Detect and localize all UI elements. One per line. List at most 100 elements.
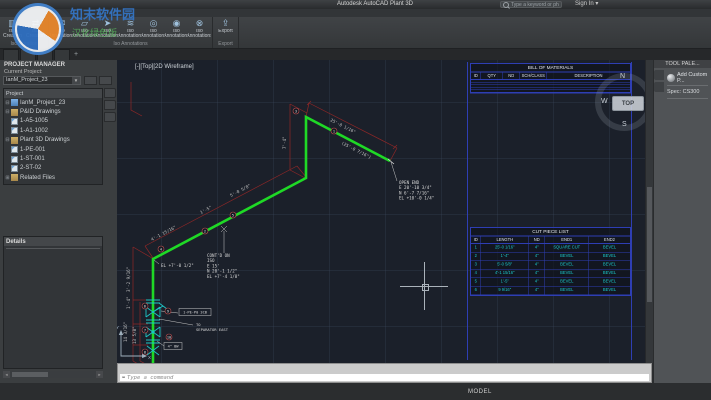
bom-col-nd: ND: [503, 73, 520, 80]
tree-item[interactable]: ⊞ Related Files: [4, 173, 102, 182]
svg-text:1'-4": 1'-4": [126, 296, 131, 309]
search-placeholder: Type a keyword or phrase: [511, 2, 559, 8]
part-icon: [667, 74, 675, 82]
svg-text:2: 2: [204, 229, 206, 233]
viewcube-north[interactable]: N: [620, 73, 625, 80]
project-manager-title: PROJECT MANAGER: [4, 62, 65, 68]
model-space-button[interactable]: MODEL: [468, 389, 492, 395]
svg-text:7: 7: [144, 328, 146, 332]
svg-text:8: 8: [144, 350, 146, 354]
bom-title: BILL OF MATERIALS: [471, 64, 630, 73]
tree-expander-icon[interactable]: ⊟: [4, 109, 11, 115]
svg-text:9: 9: [167, 309, 169, 313]
viewport-controls[interactable]: [-][Top][2D Wireframe]: [135, 64, 194, 70]
svg-text:X: X: [148, 355, 151, 360]
bom-col-qty: QTY: [481, 73, 503, 80]
project-toolbar: [84, 76, 112, 85]
details-horizontal-scrollbar[interactable]: ◂ ▸: [3, 371, 103, 378]
cut-list-row[interactable]: 5 1'-5" 4" BEVEL BEVEL: [471, 278, 630, 287]
svg-text:1'-5": 1'-5": [199, 205, 212, 215]
cut-cell-id: 6: [471, 287, 481, 296]
tree-item-icon: [11, 109, 18, 116]
command-line-panel[interactable]: ⌨ Type a command: [117, 363, 652, 383]
tree-item[interactable]: ⊟ Plant 3D Drawings: [4, 136, 102, 145]
current-project-dropdown[interactable]: IanM_Project_23 ▼: [3, 76, 81, 85]
cut-list-row[interactable]: 6 9 9/16" 4" BEVEL BEVEL: [471, 287, 630, 296]
ribbon-button[interactable]: ⇪ Export: [214, 18, 237, 41]
tree-item[interactable]: 1-PE-001: [4, 145, 102, 154]
project-toolbar-button[interactable]: [99, 76, 112, 85]
cut-cell-id: 3: [471, 261, 481, 270]
watermark-logo: [12, 3, 64, 55]
tree-expander-icon[interactable]: ⊟: [4, 137, 11, 143]
drawing-viewport[interactable]: [-][Top][2D Wireframe]: [117, 60, 653, 363]
svg-text:Y: Y: [117, 325, 119, 330]
cut-cell-end1: BEVEL: [545, 278, 589, 287]
details-panel: Details: [3, 236, 103, 369]
cut-list-row[interactable]: 2 1'-4" 4" BEVEL BEVEL: [471, 253, 630, 262]
svg-text:10: 10: [167, 335, 171, 339]
project-toolbar-button[interactable]: [84, 76, 97, 85]
details-separator: [6, 248, 100, 249]
cut-list-row[interactable]: 1 25'-0 1/16" 4" SQUARE CUT BEVEL: [471, 244, 630, 253]
tree-expander-icon[interactable]: ⊟: [4, 100, 11, 106]
tree-item[interactable]: ⊟ P&ID Drawings: [4, 107, 102, 116]
cut-cell-nd: 4": [529, 278, 545, 287]
drawing-tab[interactable]: [3, 49, 19, 60]
tree-item[interactable]: 1-A5-1005: [4, 117, 102, 126]
cut-col-nd: ND: [529, 237, 545, 244]
cut-list-row[interactable]: 4 4'-1 15/16" 4" BEVEL BEVEL: [471, 270, 630, 279]
drawing-tab[interactable]: [54, 49, 70, 60]
tree-item-label: 1-A5-1005: [20, 118, 48, 124]
chevron-down-icon[interactable]: ▼: [72, 77, 80, 84]
ribbon-button[interactable]: ◎ Iso Annotations: [142, 18, 165, 41]
tree-expander-icon[interactable]: ⊞: [4, 175, 11, 181]
current-project-label: Current Project:: [4, 69, 43, 75]
ribbon-tab[interactable]: [2, 9, 10, 17]
palette-tab[interactable]: [654, 82, 664, 92]
tree-item[interactable]: 2-ST-02: [4, 164, 102, 173]
tree-item-icon: [11, 127, 18, 134]
cut-cell-end1: BEVEL: [545, 270, 589, 279]
pipe-line[interactable]: [153, 117, 394, 363]
search-box[interactable]: Type a keyword or phrase: [500, 1, 562, 8]
cut-list-title: CUT PIECE LIST: [471, 228, 630, 237]
tree-item-label: Related Files: [20, 175, 55, 181]
scroll-left-icon[interactable]: ◂: [3, 371, 10, 378]
scrollbar-thumb[interactable]: [12, 372, 48, 377]
tree-item[interactable]: 1-A1-1002: [4, 126, 102, 135]
command-input[interactable]: ⌨ Type a command: [120, 374, 649, 381]
new-tab-button[interactable]: +: [71, 50, 81, 60]
drawing-vertical-scrollbar[interactable]: [645, 60, 653, 363]
viewcube-top-face[interactable]: TOP: [612, 96, 644, 111]
tree-item[interactable]: ⊟ IanM_Project_23: [4, 98, 102, 107]
tree-item-label: IanM_Project_23: [20, 100, 65, 106]
app-title: Autodesk AutoCAD Plant 3D: [280, 1, 470, 8]
scroll-right-icon[interactable]: ▸: [96, 371, 103, 378]
ribbon-button[interactable]: ◉ Iso Annotations: [165, 18, 188, 41]
palette-body: Add Custom P... Spec: CS300: [665, 70, 710, 382]
viewcube-south[interactable]: S: [622, 121, 627, 128]
viewcube-west[interactable]: W: [601, 98, 608, 105]
side-tab[interactable]: [104, 88, 116, 98]
tree-item[interactable]: 1-ST-001: [4, 154, 102, 163]
sign-in-button[interactable]: Sign In ▾: [575, 1, 598, 8]
side-tab[interactable]: [104, 112, 116, 122]
add-custom-part-button[interactable]: Add Custom P...: [667, 71, 708, 86]
cut-cell-end1: SQUARE CUT: [545, 244, 589, 253]
search-icon: [503, 2, 509, 8]
tree-item-icon: [11, 156, 18, 163]
watermark-site-text: 知末软件园: [70, 4, 135, 23]
palette-tab[interactable]: [654, 70, 664, 80]
ribbon-group-buttons: ⇪ Export: [214, 18, 237, 41]
svg-text:SEPARATOR EAST: SEPARATOR EAST: [196, 327, 229, 332]
side-tab[interactable]: [104, 100, 116, 110]
spec-selector[interactable]: Spec: CS300: [667, 86, 708, 99]
scrollbar-thumb[interactable]: [647, 187, 652, 302]
annotation-leaders: [154, 162, 397, 350]
cut-list-row[interactable]: 3 5'-0 5/8" 4" BEVEL BEVEL: [471, 261, 630, 270]
tool-palettes-title[interactable]: TOOL PALE...: [654, 60, 711, 68]
ribbon-button[interactable]: ⊗ Iso Annotations: [188, 18, 211, 41]
ribbon-button-label: Iso Annotations: [165, 29, 188, 40]
ribbon-button-icon: ◎: [150, 18, 158, 29]
